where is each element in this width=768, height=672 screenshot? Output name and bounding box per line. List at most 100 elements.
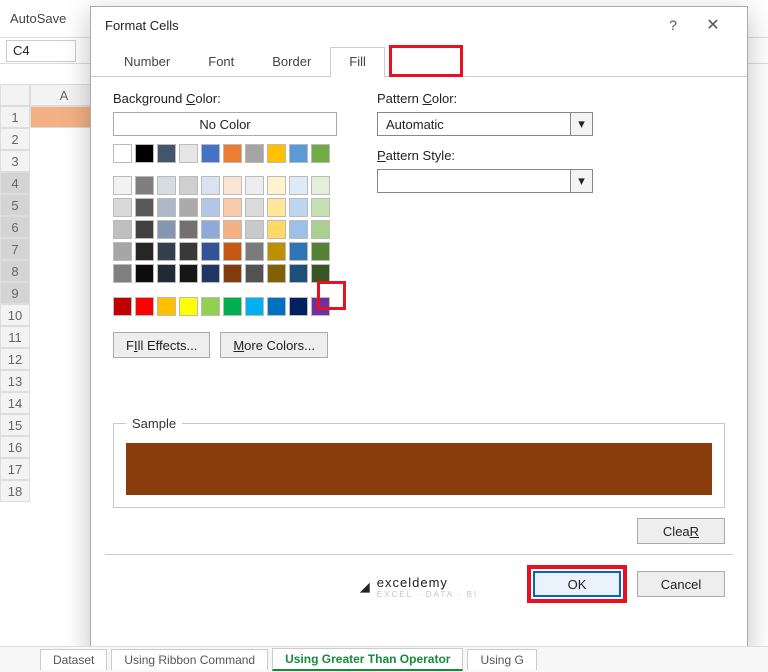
color-swatch[interactable] — [179, 297, 198, 316]
row-header-12[interactable]: 12 — [0, 348, 30, 370]
color-swatch[interactable] — [135, 242, 154, 261]
color-swatch[interactable] — [113, 144, 132, 163]
color-swatch[interactable] — [223, 297, 242, 316]
row-header-8[interactable]: 8 — [0, 260, 30, 282]
color-swatch[interactable] — [157, 264, 176, 283]
color-swatch[interactable] — [245, 264, 264, 283]
color-swatch[interactable] — [135, 220, 154, 239]
color-swatch[interactable] — [135, 297, 154, 316]
color-swatch[interactable] — [267, 242, 286, 261]
row-header-3[interactable]: 3 — [0, 150, 30, 172]
row-header-14[interactable]: 14 — [0, 392, 30, 414]
color-swatch[interactable] — [179, 198, 198, 217]
color-swatch[interactable] — [113, 198, 132, 217]
color-swatch[interactable] — [223, 264, 242, 283]
color-swatch[interactable] — [113, 176, 132, 195]
color-swatch[interactable] — [135, 144, 154, 163]
color-swatch[interactable] — [267, 198, 286, 217]
color-swatch[interactable] — [289, 220, 308, 239]
color-swatch[interactable] — [201, 176, 220, 195]
color-swatch[interactable] — [223, 242, 242, 261]
color-swatch[interactable] — [311, 144, 330, 163]
color-swatch[interactable] — [157, 144, 176, 163]
color-swatch[interactable] — [157, 242, 176, 261]
row-header-16[interactable]: 16 — [0, 436, 30, 458]
row-header-4[interactable]: 4 — [0, 172, 30, 194]
color-swatch[interactable] — [201, 297, 220, 316]
color-swatch[interactable] — [289, 297, 308, 316]
color-swatch[interactable] — [179, 264, 198, 283]
sheet-tab-greater-than[interactable]: Using Greater Than Operator — [272, 648, 463, 671]
color-swatch[interactable] — [289, 144, 308, 163]
row-header-10[interactable]: 10 — [0, 304, 30, 326]
color-swatch[interactable] — [289, 198, 308, 217]
row-header-5[interactable]: 5 — [0, 194, 30, 216]
color-swatch[interactable] — [311, 242, 330, 261]
color-swatch[interactable] — [157, 198, 176, 217]
row-header-7[interactable]: 7 — [0, 238, 30, 260]
color-swatch[interactable] — [201, 264, 220, 283]
tab-fill[interactable]: Fill — [330, 47, 385, 77]
select-all-corner[interactable] — [0, 84, 30, 106]
color-swatch[interactable] — [267, 176, 286, 195]
row-header-15[interactable]: 15 — [0, 414, 30, 436]
row-header-17[interactable]: 17 — [0, 458, 30, 480]
row-header-6[interactable]: 6 — [0, 216, 30, 238]
color-swatch[interactable] — [245, 297, 264, 316]
color-swatch[interactable] — [201, 198, 220, 217]
color-swatch[interactable] — [113, 297, 132, 316]
color-swatch[interactable] — [245, 220, 264, 239]
color-swatch[interactable] — [201, 144, 220, 163]
row-header-18[interactable]: 18 — [0, 480, 30, 502]
close-icon[interactable]: ✕ — [693, 15, 733, 35]
row-header-9[interactable]: 9 — [0, 282, 30, 304]
cell-A1[interactable] — [30, 106, 98, 128]
name-box[interactable]: C4 — [6, 40, 76, 62]
more-colors-button[interactable]: More Colors... — [220, 332, 328, 358]
row-header-13[interactable]: 13 — [0, 370, 30, 392]
color-swatch[interactable] — [135, 176, 154, 195]
color-swatch[interactable] — [289, 264, 308, 283]
pattern-color-combo[interactable]: Automatic ▾ — [377, 112, 593, 136]
color-swatch[interactable] — [157, 220, 176, 239]
color-swatch[interactable] — [113, 264, 132, 283]
tab-border[interactable]: Border — [253, 47, 330, 77]
ok-button[interactable]: OK — [533, 571, 621, 597]
color-swatch[interactable] — [311, 297, 330, 316]
color-swatch[interactable] — [135, 198, 154, 217]
color-swatch[interactable] — [289, 242, 308, 261]
color-swatch[interactable] — [113, 220, 132, 239]
color-swatch[interactable] — [113, 242, 132, 261]
color-swatch[interactable] — [179, 242, 198, 261]
row-header-1[interactable]: 1 — [0, 106, 30, 128]
row-header-2[interactable]: 2 — [0, 128, 30, 150]
color-swatch[interactable] — [179, 220, 198, 239]
color-swatch[interactable] — [311, 176, 330, 195]
color-swatch[interactable] — [311, 220, 330, 239]
color-swatch[interactable] — [267, 144, 286, 163]
color-swatch[interactable] — [245, 242, 264, 261]
pattern-style-combo[interactable]: ▾ — [377, 169, 593, 193]
color-swatch[interactable] — [223, 220, 242, 239]
color-swatch[interactable] — [179, 176, 198, 195]
color-swatch[interactable] — [245, 198, 264, 217]
color-swatch[interactable] — [135, 264, 154, 283]
row-header-11[interactable]: 11 — [0, 326, 30, 348]
color-swatch[interactable] — [223, 144, 242, 163]
color-swatch[interactable] — [179, 144, 198, 163]
color-swatch[interactable] — [311, 264, 330, 283]
color-swatch[interactable] — [223, 176, 242, 195]
fill-effects-button[interactable]: FIll Effects... — [113, 332, 210, 358]
color-swatch[interactable] — [201, 242, 220, 261]
color-swatch[interactable] — [311, 198, 330, 217]
sheet-tab-partial[interactable]: Using G — [467, 649, 536, 670]
col-header-A[interactable]: A — [30, 84, 98, 106]
color-swatch[interactable] — [289, 176, 308, 195]
clear-button[interactable]: CleaR — [637, 518, 725, 544]
color-swatch[interactable] — [157, 176, 176, 195]
color-swatch[interactable] — [245, 176, 264, 195]
color-swatch[interactable] — [223, 198, 242, 217]
help-icon[interactable]: ? — [653, 17, 693, 33]
sheet-tab-ribbon[interactable]: Using Ribbon Command — [111, 649, 268, 670]
color-swatch[interactable] — [157, 297, 176, 316]
